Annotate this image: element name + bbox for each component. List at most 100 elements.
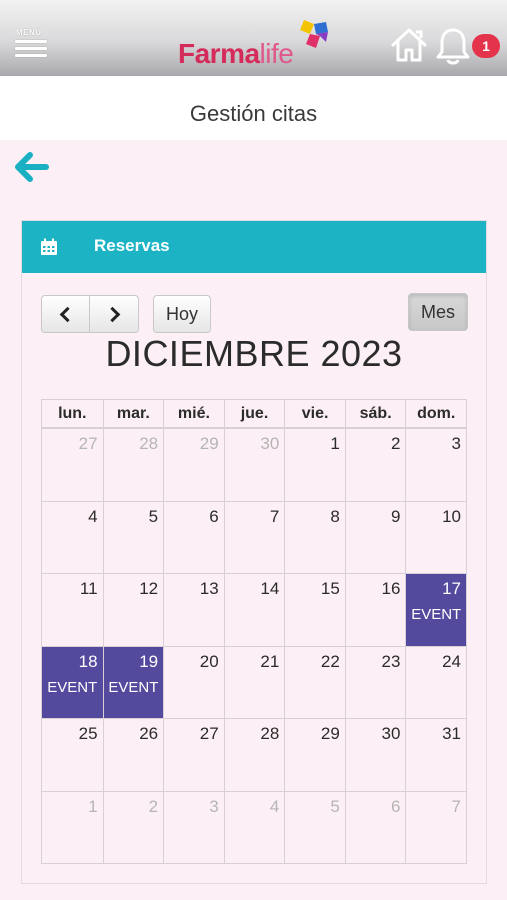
calendar-week-row: 27 28 29 30 1 2 3 [42,428,466,501]
calendar-icon [41,238,57,255]
home-icon[interactable] [390,26,428,64]
next-month-button[interactable] [89,295,139,333]
weekday-label: sáb. [344,400,406,428]
calendar-day[interactable]: 21 [223,646,285,718]
weekday-label: mar. [102,400,164,428]
calendar-day[interactable]: 28 [223,719,285,791]
calendar-day[interactable]: 3 [163,791,224,863]
logo-text: Farmalife [178,38,294,69]
day-number: 3 [451,434,461,453]
day-number: 30 [260,434,280,453]
today-button[interactable]: Hoy [153,295,211,333]
day-number: 22 [320,651,340,671]
day-number: 10 [442,506,461,526]
top-bar: MENÚ Farmalife 1 [0,0,507,76]
calendar-day[interactable]: 11 [42,574,103,646]
calendar-day[interactable]: 1 [42,792,103,864]
weekday-label: mié. [163,400,224,428]
calendar-day[interactable]: 7 [405,791,466,863]
calendar-week-row: 11 12 13 14 15 16 17 EVENT [42,573,466,646]
day-number: 5 [330,796,340,816]
page-title: Gestión citas [189,101,318,126]
calendar-day[interactable]: 5 [284,791,345,863]
day-number: 1 [330,434,340,453]
day-number: 24 [442,651,461,671]
calendar-day[interactable]: 20 [163,646,224,718]
farmalife-logo[interactable]: Farmalife [178,18,338,70]
weekday-label: lun. [58,405,87,422]
calendar-day[interactable]: 4 [223,791,285,863]
day-number: 7 [451,796,461,816]
calendar-day[interactable]: 25 [42,719,103,791]
calendar-day[interactable]: 12 [102,574,164,646]
calendar-day[interactable]: 9 [344,501,406,573]
day-number: 1 [88,796,98,816]
prev-month-button[interactable] [41,295,90,333]
event-label[interactable]: EVENT [406,606,466,623]
day-number: 4 [269,796,280,816]
calendar-day[interactable]: 30 [223,429,285,501]
calendar-week-row: 1 2 3 4 5 6 7 [42,790,466,864]
event-label[interactable]: EVENT [42,679,103,696]
event-label[interactable]: EVENT [104,679,164,696]
day-number: 14 [260,579,280,598]
calendar-day[interactable]: 30 [344,719,406,791]
calendar-day[interactable]: 15 [284,574,345,646]
calendar-day[interactable]: 28 [102,429,164,501]
day-number: 4 [88,506,98,526]
month-title: DICIEMBRE 2023 [105,333,403,374]
day-number: 28 [260,724,280,743]
calendar-day[interactable]: 4 [42,502,103,574]
menu-label: MENÚ [16,28,42,37]
calendar-day[interactable]: 23 [344,646,406,718]
back-arrow-icon[interactable] [12,148,50,186]
calendar-day[interactable]: 22 [284,646,345,718]
calendar-weeks: 27 28 29 30 1 2 3 4 5 6 7 8 9 10 11 12 13 14 15 16 17 EVENT 18… [41,427,467,864]
calendar-day-with-event[interactable]: 17 EVENT [405,574,466,646]
calendar-day[interactable]: 6 [163,501,224,573]
hamburger-icon [15,40,47,61]
calendar-day[interactable]: 7 [223,501,285,573]
day-number: 8 [330,506,340,526]
day-number: 28 [139,434,159,453]
calendar-day[interactable]: 24 [405,646,466,718]
calendar-day[interactable]: 29 [163,429,224,501]
day-number: 21 [260,651,280,671]
day-number: 3 [209,796,219,816]
calendar-week-row: 4 5 6 7 8 9 10 [42,500,466,574]
calendar-day[interactable]: 2 [102,791,164,863]
day-number: 6 [390,796,401,816]
notification-badge[interactable]: 1 [472,34,500,58]
calendar-day[interactable]: 5 [102,501,164,573]
bell-icon[interactable] [434,26,472,66]
calendar-day[interactable]: 27 [163,719,224,791]
day-number: 19 [139,651,159,671]
calendar-day-with-event[interactable]: 18 EVENT [42,646,103,718]
day-number: 31 [442,724,461,743]
day-number: 13 [199,579,219,598]
calendar-day[interactable]: 29 [284,719,345,791]
calendar-day[interactable]: 16 [344,574,406,646]
calendar-day[interactable]: 2 [344,429,406,501]
calendar-day[interactable]: 27 [42,429,103,501]
menu-button[interactable]: MENÚ [14,28,50,64]
month-view-button[interactable]: Mes [408,293,468,331]
day-number: 18 [78,651,98,671]
calendar-day[interactable]: 1 [284,429,345,501]
calendar-day[interactable]: 14 [223,574,285,646]
calendar-day[interactable]: 26 [102,719,164,791]
day-number: 15 [320,579,340,598]
calendar-week-row: 18 EVENT 19 EVENT 20 21 22 23 24 [42,645,466,718]
calendar-day-with-event[interactable]: 19 EVENT [102,646,164,718]
day-number: 20 [199,651,219,671]
calendar-day[interactable]: 3 [405,429,466,501]
day-number: 23 [381,651,401,671]
day-number: 25 [78,724,98,743]
calendar-day[interactable]: 13 [163,574,224,646]
day-number: 17 [442,579,461,598]
calendar-day[interactable]: 31 [405,719,466,791]
day-number: 11 [79,579,98,598]
calendar-day[interactable]: 6 [344,791,406,863]
calendar-day[interactable]: 10 [405,501,466,573]
calendar-day[interactable]: 8 [284,501,345,573]
